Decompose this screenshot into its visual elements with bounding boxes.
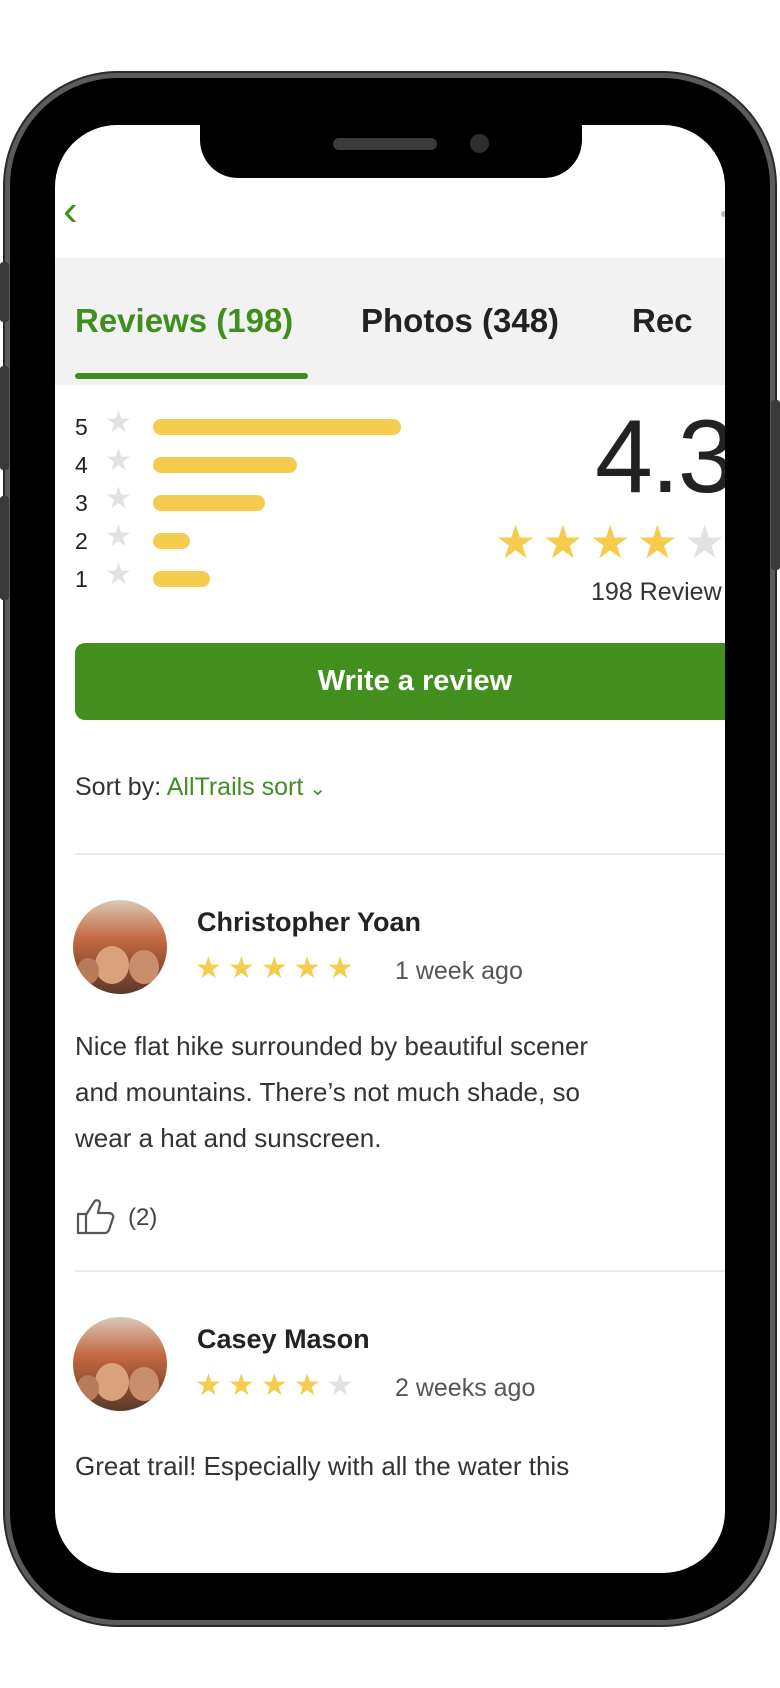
- star-icon: ★: [105, 520, 132, 553]
- speaker-grille: [333, 138, 437, 150]
- app-screen: ‹ Reviews (198) Photos (348) Rec 5 ★ 4 ★ 3 ★ 2…: [55, 125, 725, 1573]
- star-icon: ★: [589, 516, 637, 568]
- chevron-left-icon: ‹: [63, 186, 78, 235]
- review-text-line: and mountains. There’s not much shade, s…: [75, 1077, 580, 1107]
- histogram-bar: [153, 533, 190, 549]
- review-stars: ★★★★★: [195, 951, 360, 986]
- mute-switch: [0, 262, 9, 322]
- star-icon: ★: [227, 1369, 261, 1402]
- review-text-line: Nice flat hike surrounded by beautiful s…: [75, 1031, 589, 1061]
- avatar: [73, 900, 167, 994]
- histogram-row-5: 5 ★: [75, 406, 475, 442]
- histogram-row-4: 4 ★: [75, 444, 475, 480]
- histogram-star-label: 2: [75, 528, 88, 554]
- write-review-button[interactable]: Write a review: [75, 643, 725, 720]
- divider: [75, 1270, 725, 1272]
- histogram-star-label: 4: [75, 452, 88, 478]
- divider: [75, 853, 725, 855]
- review-time: 1 week ago: [395, 957, 523, 985]
- histogram-row-3: 3 ★: [75, 482, 475, 518]
- power-button: [771, 400, 780, 570]
- reviewer-name: Casey Mason: [197, 1324, 370, 1354]
- star-icon: ★: [636, 516, 684, 568]
- star-icon: ★: [105, 558, 132, 591]
- avatar: [73, 1317, 167, 1411]
- active-tab-indicator: [75, 373, 308, 379]
- star-icon: ★: [105, 444, 132, 477]
- tab-reviews[interactable]: Reviews (198): [75, 302, 293, 340]
- star-icon: ★: [260, 952, 294, 985]
- star-icon: ★: [105, 482, 132, 515]
- review-time: 2 weeks ago: [395, 1374, 536, 1402]
- like-count: (2): [128, 1204, 158, 1231]
- average-rating: 4.3: [595, 399, 725, 515]
- review-count: 198 Review: [591, 578, 722, 606]
- sort-row: Sort by: AllTrails sort ⌄: [75, 773, 326, 802]
- star-icon: ★: [260, 1369, 294, 1402]
- star-icon: ★: [293, 1369, 327, 1402]
- star-icon: ★: [326, 952, 360, 985]
- reviewer-name: Christopher Yoan: [197, 907, 422, 937]
- volume-down-button: [0, 496, 9, 600]
- tab-bar: Reviews (198) Photos (348) Rec: [55, 258, 725, 385]
- sort-dropdown[interactable]: AllTrails sort ⌄: [167, 773, 326, 801]
- histogram-row-1: 1 ★: [75, 558, 475, 594]
- review-text-line: Great trail! Especially with all the wat…: [75, 1451, 570, 1481]
- average-rating-stars: ★★★★★: [495, 515, 725, 569]
- chevron-down-icon: ⌄: [309, 778, 327, 800]
- star-icon: ★: [684, 516, 725, 568]
- star-icon: ★: [195, 1369, 228, 1402]
- histogram-bar: [153, 495, 265, 511]
- tab-recordings[interactable]: Rec: [632, 302, 693, 340]
- star-icon: ★: [326, 1369, 360, 1402]
- star-icon: ★: [542, 516, 590, 568]
- sort-label: Sort by:: [75, 773, 162, 801]
- histogram-star-label: 1: [75, 566, 88, 592]
- tab-photos[interactable]: Photos (348): [361, 302, 559, 340]
- thumbs-up-icon: [76, 1199, 115, 1235]
- review-text: Great trail! Especially with all the wat…: [75, 1443, 725, 1489]
- back-button[interactable]: ‹: [63, 189, 103, 239]
- histogram-star-label: 5: [75, 414, 88, 440]
- review-text: Nice flat hike surrounded by beautiful s…: [75, 1023, 725, 1161]
- star-icon: ★: [293, 952, 327, 985]
- star-icon: ★: [195, 952, 228, 985]
- overflow-icon[interactable]: [721, 211, 725, 217]
- histogram-star-label: 3: [75, 490, 88, 516]
- star-icon: ★: [227, 952, 261, 985]
- histogram-bar: [153, 457, 297, 473]
- review-stars: ★★★★★: [195, 1368, 360, 1403]
- front-camera: [470, 134, 489, 153]
- histogram-row-2: 2 ★: [75, 520, 475, 556]
- volume-up-button: [0, 366, 9, 470]
- review-text-line: wear a hat and sunscreen.: [75, 1123, 382, 1153]
- like-button[interactable]: [75, 1198, 115, 1241]
- sort-value: AllTrails sort: [166, 773, 304, 801]
- histogram-bar: [153, 571, 210, 587]
- notch: [200, 124, 582, 178]
- histogram-bar: [153, 419, 401, 435]
- star-icon: ★: [495, 516, 543, 568]
- star-icon: ★: [105, 406, 132, 439]
